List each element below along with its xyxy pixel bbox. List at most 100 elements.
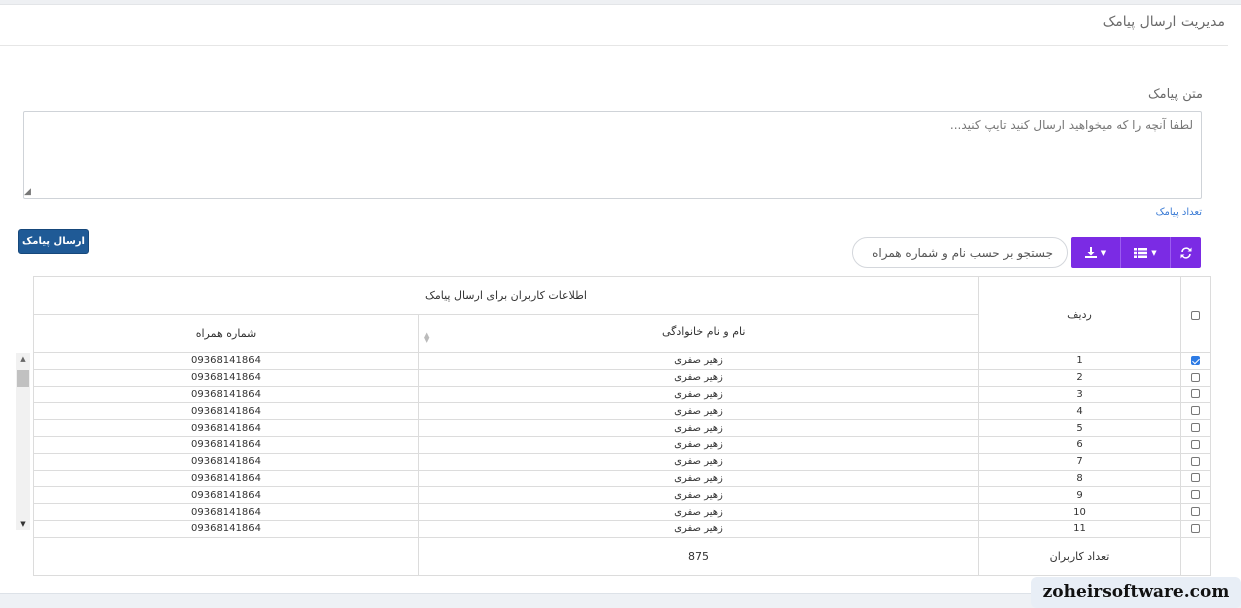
row-checkbox[interactable] (1191, 523, 1200, 533)
cell-row-number: 2 (978, 368, 1181, 387)
row-checkbox[interactable] (1191, 423, 1200, 433)
cell-name: زهیر صفری (418, 503, 979, 521)
users-table: اطلاعات کاربران برای ارسال پیامک ردیف شم… (33, 276, 1211, 576)
table-row[interactable]: 09368141864 زهیر صفری 6 (33, 435, 1211, 454)
download-icon (1084, 247, 1097, 258)
cell-select (1180, 352, 1211, 370)
cell-select (1180, 419, 1211, 437)
cell-select (1180, 503, 1211, 521)
cell-row-number: 11 (978, 519, 1181, 538)
row-checkbox[interactable] (1191, 372, 1200, 382)
cell-phone: 09368141864 (33, 368, 419, 387)
columns-icon (1134, 247, 1148, 258)
message-label: متن پیامک (1147, 87, 1203, 102)
column-header-phone[interactable]: شماره همراه (33, 314, 419, 353)
select-all-checkbox[interactable] (1191, 310, 1200, 320)
columns-dropdown-button[interactable]: ▼ (1121, 237, 1171, 268)
cell-phone: 09368141864 (33, 435, 419, 454)
cell-row-number: 8 (978, 469, 1181, 488)
search-box (852, 237, 1068, 268)
cell-select (1180, 402, 1211, 421)
cell-row-number: 3 (978, 385, 1181, 404)
cell-select (1180, 469, 1211, 488)
title-divider (0, 45, 1228, 46)
refresh-button[interactable] (1171, 237, 1201, 268)
search-input[interactable] (853, 238, 1067, 267)
table-row[interactable]: 09368141864 زهیر صفری 7 (33, 452, 1211, 471)
cell-row-number: 10 (978, 503, 1181, 521)
cell-row-number: 9 (978, 486, 1181, 505)
row-checkbox[interactable] (1191, 406, 1200, 416)
export-dropdown-button[interactable]: ▼ (1071, 237, 1121, 268)
table-row[interactable]: 09368141864 زهیر صفری 9 (33, 486, 1211, 505)
scroll-down-arrow-icon[interactable]: ▼ (16, 518, 30, 530)
cell-name: زهیر صفری (418, 469, 979, 488)
row-checkbox[interactable] (1191, 507, 1200, 517)
column-header-row-number[interactable]: ردیف (978, 276, 1181, 353)
top-strip (0, 0, 1241, 5)
page-title: مدیریت ارسال پیامک (1102, 14, 1225, 30)
table-row[interactable]: 09368141864 زهیر صفری 8 (33, 469, 1211, 488)
table-row[interactable]: 09368141864 زهیر صفری 2 (33, 368, 1211, 387)
sort-icon: ▲ ▼ (424, 330, 430, 344)
cell-phone: 09368141864 (33, 503, 419, 521)
cell-select (1180, 435, 1211, 454)
chevron-down-icon: ▼ (1100, 248, 1107, 257)
footer-empty-cell (33, 536, 419, 576)
message-textarea[interactable] (23, 111, 1202, 199)
table-toolbar: ▼ ▼ (1071, 237, 1201, 268)
table-row[interactable]: 09368141864 زهیر صفری 1 (33, 352, 1211, 370)
cell-select (1180, 385, 1211, 404)
table-row[interactable]: 09368141864 زهیر صفری 5 (33, 419, 1211, 437)
table-scrollbar[interactable]: ▲ ▼ (16, 353, 30, 530)
row-checkbox[interactable] (1191, 490, 1200, 500)
cell-name: زهیر صفری (418, 402, 979, 421)
cell-name: زهیر صفری (418, 419, 979, 437)
cell-phone: 09368141864 (33, 452, 419, 471)
sms-count-label: تعداد پیامک (1155, 207, 1202, 218)
cell-name: زهیر صفری (418, 452, 979, 471)
footer-empty-cell (1180, 536, 1211, 576)
cell-select (1180, 452, 1211, 471)
cell-name: زهیر صفری (418, 352, 979, 370)
cell-row-number: 5 (978, 419, 1181, 437)
cell-phone: 09368141864 (33, 519, 419, 538)
cell-name: زهیر صفری (418, 486, 979, 505)
cell-row-number: 4 (978, 402, 1181, 421)
cell-select (1180, 519, 1211, 538)
cell-phone: 09368141864 (33, 486, 419, 505)
cell-name: زهیر صفری (418, 368, 979, 387)
cell-name: زهیر صفری (418, 519, 979, 538)
scroll-up-arrow-icon[interactable]: ▲ (16, 353, 30, 365)
table-row[interactable]: 09368141864 زهیر صفری 11 (33, 519, 1211, 538)
column-header-name-label: نام و نام خانوادگی (661, 324, 746, 338)
cell-select (1180, 368, 1211, 387)
table-row[interactable]: 09368141864 زهیر صفری 4 (33, 402, 1211, 421)
cell-phone: 09368141864 (33, 469, 419, 488)
cell-phone: 09368141864 (33, 402, 419, 421)
row-checkbox[interactable] (1191, 355, 1200, 365)
cell-name: زهیر صفری (418, 385, 979, 404)
row-checkbox[interactable] (1191, 456, 1200, 466)
cell-select (1180, 486, 1211, 505)
cell-phone: 09368141864 (33, 385, 419, 404)
chevron-down-icon: ▼ (1151, 248, 1157, 257)
cell-row-number: 1 (978, 352, 1181, 370)
send-sms-button[interactable]: ارسال پیامک (18, 229, 89, 254)
group-header: اطلاعات کاربران برای ارسال پیامک (33, 276, 979, 315)
refresh-icon (1180, 246, 1192, 259)
cell-name: زهیر صفری (418, 435, 979, 454)
table-row[interactable]: 09368141864 زهیر صفری 3 (33, 385, 1211, 404)
row-checkbox[interactable] (1191, 389, 1200, 399)
row-checkbox[interactable] (1191, 473, 1200, 483)
cell-phone: 09368141864 (33, 352, 419, 370)
footer-users-total: 875 (418, 536, 979, 576)
row-checkbox[interactable] (1191, 439, 1200, 449)
select-all-cell (1180, 276, 1211, 353)
column-header-name[interactable]: ▲ ▼ نام و نام خانوادگی (418, 314, 979, 353)
table-row[interactable]: 09368141864 زهیر صفری 10 (33, 503, 1211, 521)
footer-users-label: تعداد کاربران (978, 536, 1181, 576)
watermark-logo: zoheirsoftware.com (1031, 577, 1241, 608)
scrollbar-thumb[interactable] (17, 370, 29, 387)
resize-grip-icon[interactable]: ◢ (24, 187, 34, 197)
